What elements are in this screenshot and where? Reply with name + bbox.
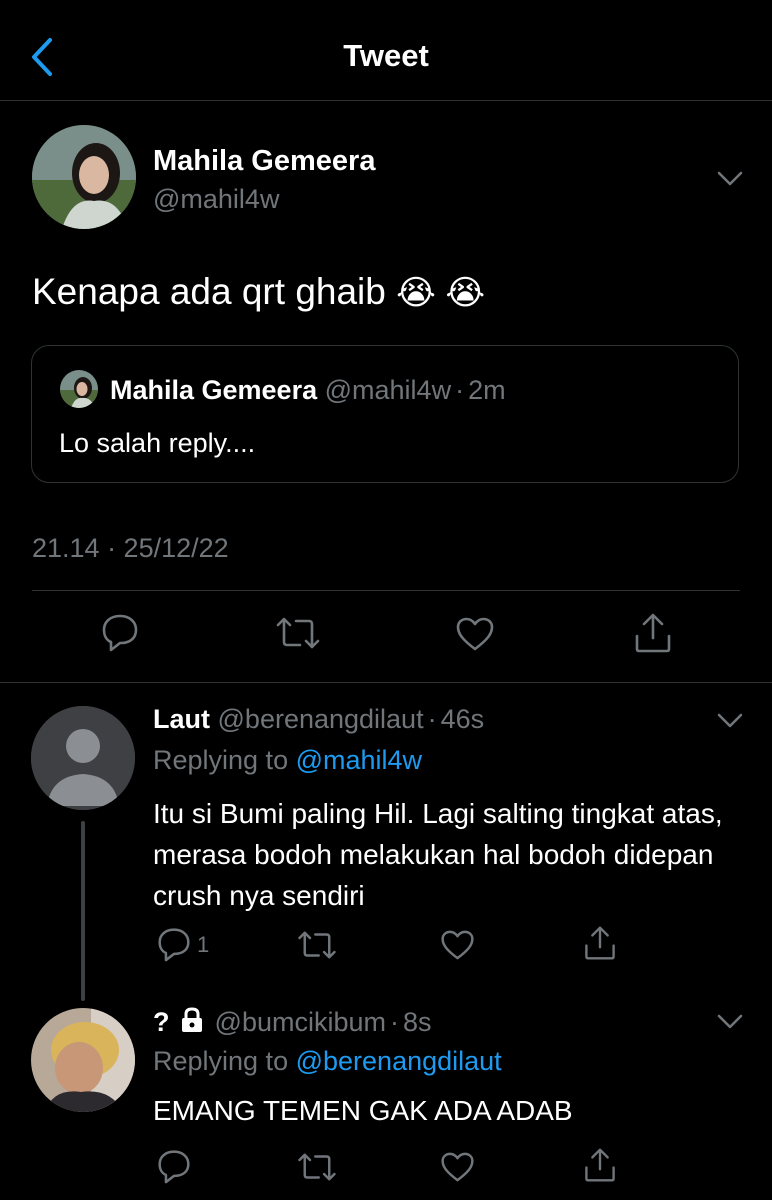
reply-header: ? @bumcikibum · 8s [153, 1006, 432, 1041]
replying-to-link[interactable]: @berenangdilaut [296, 1046, 502, 1076]
author-handle[interactable]: @mahil4w [153, 184, 279, 215]
tweet-text: Kenapa ada qrt ghaib 😭 😭 [32, 271, 485, 313]
reply-author-handle[interactable]: @bumcikibum [215, 1007, 386, 1037]
quote-avatar [60, 370, 98, 408]
main-tweet: Mahila Gemeera @mahil4w Kenapa ada qrt g… [0, 101, 772, 681]
timestamp-divider [32, 590, 740, 591]
retweet-icon [298, 1153, 336, 1181]
emoji: 😭 😭 [396, 274, 486, 312]
like-button[interactable] [440, 929, 475, 961]
heart-icon [441, 1152, 474, 1182]
chevron-down-icon [717, 713, 743, 728]
speech-bubble-icon [158, 1150, 190, 1184]
tweet-text-body: Kenapa ada qrt ghaib [32, 271, 386, 312]
more-button[interactable] [716, 709, 744, 733]
quote-author-handle: @mahil4w [324, 375, 452, 405]
reply-tweet[interactable]: Laut @berenangdilaut · 46s Replying to @ma… [0, 683, 772, 1001]
replying-to: Replying to @berenangdilaut [153, 1046, 502, 1077]
reply-author-name[interactable]: Laut [153, 704, 210, 734]
replying-to-label: Replying to [153, 745, 289, 775]
quote-separator: · [455, 375, 465, 405]
more-button[interactable] [716, 1010, 744, 1034]
quote-time: 2m [468, 375, 506, 405]
more-button[interactable] [716, 167, 744, 191]
reply-count: 1 [197, 932, 210, 957]
lock-icon [179, 1006, 205, 1041]
like-button[interactable] [455, 616, 495, 652]
thread-line [81, 821, 85, 1001]
reply-actions: 1 [0, 926, 772, 966]
reply-author-name[interactable]: ? [153, 1007, 170, 1037]
share-button[interactable] [583, 924, 617, 962]
author-name[interactable]: Mahila Gemeera [153, 145, 375, 178]
chevron-down-icon [717, 1014, 743, 1029]
share-button[interactable] [633, 612, 673, 654]
reply-separator: · [427, 704, 437, 734]
header: Tweet [0, 0, 772, 100]
like-button[interactable] [440, 1151, 475, 1183]
retweet-button[interactable] [296, 928, 338, 962]
reply-header: Laut @berenangdilaut · 46s [153, 704, 484, 735]
reply-button[interactable] [157, 1148, 191, 1184]
speech-bubble-icon [102, 614, 138, 652]
replying-to-link[interactable]: @mahil4w [296, 745, 422, 775]
heart-icon [456, 617, 494, 651]
reply-text: EMANG TEMEN GAK ADA ADAB [153, 1095, 573, 1126]
chevron-down-icon [717, 171, 743, 186]
action-bar [0, 612, 772, 658]
replying-to: Replying to @mahil4w [153, 745, 422, 776]
share-icon [585, 926, 615, 960]
reply-author-handle[interactable]: @berenangdilaut [218, 704, 424, 734]
quote-author-name: Mahila Gemeera [110, 375, 318, 405]
default-avatar-icon [31, 706, 135, 810]
page-title: Tweet [343, 38, 429, 73]
quote-tweet[interactable]: Mahila Gemeera @mahil4w · 2m Lo salah repl… [31, 345, 739, 483]
quote-header: Mahila Gemeera @mahil4w · 2m [110, 375, 506, 406]
quote-text: Lo salah reply.... [59, 428, 256, 458]
share-icon [585, 1148, 615, 1182]
retweet-icon [276, 617, 320, 649]
timestamp: 21.14 · 25/12/22 [32, 533, 229, 563]
share-icon [635, 613, 671, 653]
reply-time: 46s [440, 704, 485, 734]
reply-button[interactable] [157, 926, 191, 962]
reply-actions [0, 1148, 772, 1188]
retweet-icon [298, 931, 336, 959]
reply-text: Itu si Bumi paling Hil. Lagi salting tin… [153, 798, 723, 911]
speech-bubble-icon [158, 928, 190, 962]
reply-time: 8s [402, 1007, 432, 1037]
reply-tweet[interactable]: ? @bumcikibum · 8s Replying to @berenangdi… [0, 1000, 772, 1200]
avatar[interactable] [32, 125, 136, 229]
retweet-button[interactable] [274, 614, 322, 652]
reply-separator: · [389, 1007, 399, 1037]
retweet-button[interactable] [296, 1150, 338, 1184]
share-button[interactable] [583, 1146, 617, 1184]
replying-to-label: Replying to [153, 1046, 289, 1076]
avatar[interactable] [31, 706, 135, 810]
avatar[interactable] [31, 1008, 135, 1112]
heart-icon [441, 930, 474, 960]
reply-button[interactable] [101, 612, 139, 652]
